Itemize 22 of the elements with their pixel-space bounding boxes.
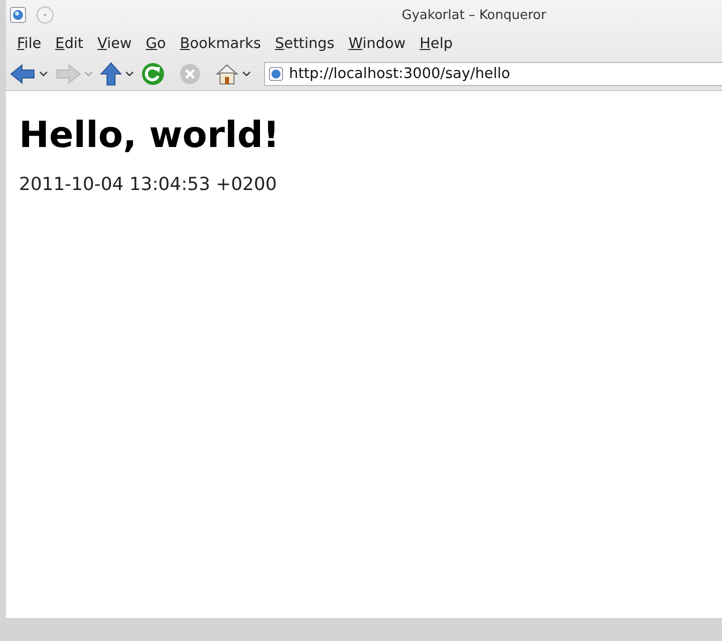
caret-icon[interactable] bbox=[242, 71, 251, 77]
window-title: Gyakorlat – Konqueror bbox=[400, 8, 546, 22]
menu-item[interactable]: View bbox=[90, 36, 139, 52]
menu-item[interactable]: Window bbox=[341, 36, 413, 52]
caret-icon[interactable] bbox=[39, 71, 48, 77]
caret-icon[interactable] bbox=[125, 71, 134, 77]
page-heading: Hello, world! bbox=[19, 115, 280, 156]
page-icon bbox=[269, 67, 283, 81]
menu-item[interactable]: File bbox=[10, 36, 48, 52]
reload-icon[interactable] bbox=[141, 62, 165, 86]
home-icon[interactable] bbox=[215, 63, 239, 85]
app-icon[interactable] bbox=[10, 7, 26, 23]
menu-item[interactable]: Settings bbox=[268, 36, 342, 52]
up-arrow-icon[interactable] bbox=[100, 62, 122, 86]
menu-item[interactable]: Help bbox=[412, 36, 460, 52]
menu-item[interactable]: Edit bbox=[48, 36, 90, 52]
back-arrow-icon[interactable] bbox=[10, 63, 36, 85]
address-text: http://localhost:3000/say/hello bbox=[289, 66, 510, 82]
timestamp-text: 2011-10-04 13:04:53 +0200 bbox=[19, 174, 278, 195]
address-field[interactable]: http://localhost:3000/say/hello bbox=[264, 62, 722, 86]
menu-item[interactable]: Go bbox=[138, 36, 173, 52]
menu-item[interactable]: Bookmarks bbox=[172, 36, 268, 52]
